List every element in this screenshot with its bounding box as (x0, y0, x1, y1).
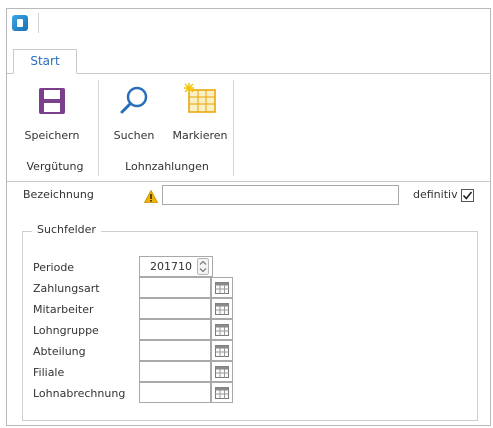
lookup-field-label: Zahlungsart (33, 282, 100, 295)
suchfelder-title: Suchfelder (32, 223, 101, 236)
highlight-table-icon (183, 83, 216, 113)
table-picker-icon (215, 387, 229, 399)
title-bar (7, 9, 490, 37)
lookup-field-input[interactable] (139, 277, 211, 298)
lookup-picker-button[interactable] (211, 277, 233, 298)
bezeichnung-label: Bezeichnung (23, 188, 94, 201)
table-picker-icon (215, 366, 229, 378)
ribbon-panel: Speichern Suchen Markieren Vergütung Loh… (7, 74, 490, 182)
search-button[interactable]: Suchen (111, 81, 157, 145)
tab-start[interactable]: Start (13, 49, 77, 74)
magnifier-icon (120, 86, 148, 114)
checkmark-icon (462, 191, 473, 200)
lookup-picker-button[interactable] (211, 340, 233, 361)
lookup-field-label: Abteilung (33, 345, 86, 358)
ribbon-group-separator (233, 80, 234, 176)
mark-button-label: Markieren (172, 129, 228, 142)
lookup-picker-button[interactable] (211, 319, 233, 340)
definitiv-label: definitiv (413, 188, 458, 201)
lookup-picker-button[interactable] (211, 382, 233, 403)
lookup-field-input[interactable] (139, 340, 211, 361)
lookup-field-input[interactable] (139, 361, 211, 382)
lookup-field-label: Lohnabrechnung (33, 387, 126, 400)
table-picker-icon (215, 303, 229, 315)
warning-triangle-icon (144, 190, 158, 203)
lookup-field-label: Lohngruppe (33, 324, 99, 337)
ribbon-group-separator (98, 80, 99, 176)
save-button-label: Speichern (24, 129, 80, 142)
floppy-disk-icon (39, 88, 65, 114)
bezeichnung-input[interactable] (162, 185, 399, 205)
table-picker-icon (215, 282, 229, 294)
lookup-field-label: Mitarbeiter (33, 303, 94, 316)
table-picker-icon (215, 324, 229, 336)
app-icon[interactable] (12, 15, 28, 31)
lookup-field-input[interactable] (139, 298, 211, 319)
periode-value: 201710 (150, 260, 192, 273)
title-separator (38, 13, 39, 33)
spinner-arrows-icon[interactable] (197, 258, 209, 275)
lookup-field-input[interactable] (139, 319, 211, 340)
lookup-picker-button[interactable] (211, 298, 233, 319)
lookup-picker-button[interactable] (211, 361, 233, 382)
lookup-field-input[interactable] (139, 382, 211, 403)
lookup-field-label: Filiale (33, 366, 65, 379)
save-button[interactable]: Speichern (24, 81, 80, 145)
table-picker-icon (215, 345, 229, 357)
periode-label: Periode (33, 261, 75, 274)
group-label-lohnzahlungen: Lohnzahlungen (125, 160, 209, 173)
periode-spin-field[interactable]: 201710 (139, 256, 213, 277)
group-label-verguetung: Vergütung (26, 160, 84, 173)
search-button-label: Suchen (113, 129, 155, 142)
definitiv-checkbox[interactable] (461, 189, 474, 202)
mark-button[interactable]: Markieren (171, 81, 229, 145)
